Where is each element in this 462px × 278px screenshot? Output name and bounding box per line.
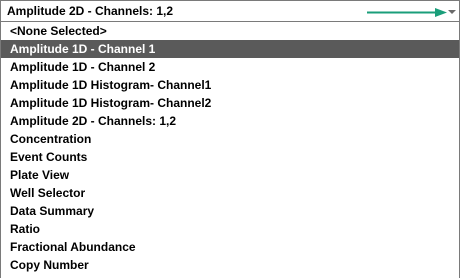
- option-amplitude-2d-channels[interactable]: Amplitude 2D - Channels: 1,2: [1, 112, 459, 130]
- option-amplitude-1d-histogram-channel2[interactable]: Amplitude 1D Histogram- Channel2: [1, 94, 459, 112]
- plot-type-dropdown[interactable]: Amplitude 2D - Channels: 1,2: [0, 0, 460, 22]
- option-event-counts[interactable]: Event Counts: [1, 148, 459, 166]
- option-copy-number[interactable]: Copy Number: [1, 256, 459, 274]
- option-amplitude-1d-channel-1[interactable]: Amplitude 1D - Channel 1: [1, 40, 459, 58]
- option-plate-view[interactable]: Plate View: [1, 166, 459, 184]
- option-fractional-abundance[interactable]: Fractional Abundance: [1, 238, 459, 256]
- chevron-down-icon[interactable]: [447, 5, 457, 17]
- option-amplitude-1d-channel-2[interactable]: Amplitude 1D - Channel 2: [1, 58, 459, 76]
- right-arrow-icon: [367, 8, 447, 17]
- option-ratio[interactable]: Ratio: [1, 220, 459, 238]
- option-none-selected[interactable]: <None Selected>: [1, 22, 459, 40]
- option-well-selector[interactable]: Well Selector: [1, 184, 459, 202]
- option-data-summary[interactable]: Data Summary: [1, 202, 459, 220]
- option-amplitude-1d-histogram-channel1[interactable]: Amplitude 1D Histogram- Channel1: [1, 76, 459, 94]
- dropdown-selected-value: Amplitude 2D - Channels: 1,2: [7, 4, 174, 18]
- dropdown-options-list: <None Selected> Amplitude 1D - Channel 1…: [0, 22, 460, 278]
- option-concentration[interactable]: Concentration: [1, 130, 459, 148]
